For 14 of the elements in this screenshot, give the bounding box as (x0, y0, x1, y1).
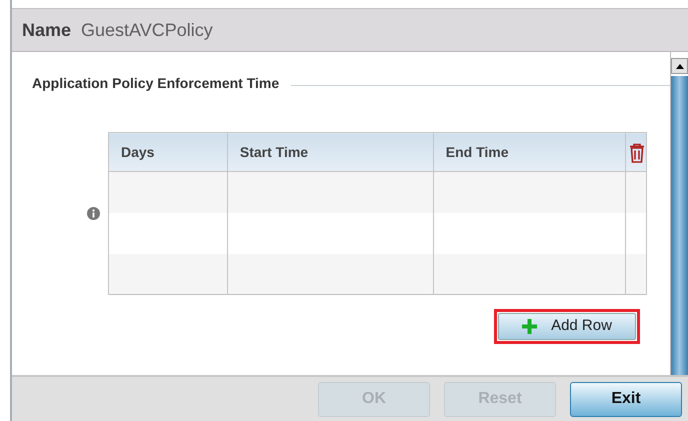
section-title: Application Policy Enforcement Time (32, 74, 280, 93)
policy-name: GuestAVCPolicy (81, 18, 213, 42)
scrollbar-thumb[interactable] (671, 76, 688, 375)
add-row-button[interactable]: Add Row (498, 313, 636, 340)
column-header[interactable]: Days (108, 132, 228, 172)
info-icon[interactable] (87, 207, 100, 220)
plus-icon (522, 319, 538, 334)
dialog-button[interactable]: Exit (570, 382, 682, 416)
name-label: Name (22, 18, 72, 42)
column-header[interactable]: Start Time (227, 132, 434, 172)
trash-icon[interactable] (629, 142, 645, 163)
up-arrow-icon (676, 64, 684, 68)
column-header[interactable]: End Time (433, 132, 626, 172)
scroll-up-button[interactable] (671, 58, 688, 74)
